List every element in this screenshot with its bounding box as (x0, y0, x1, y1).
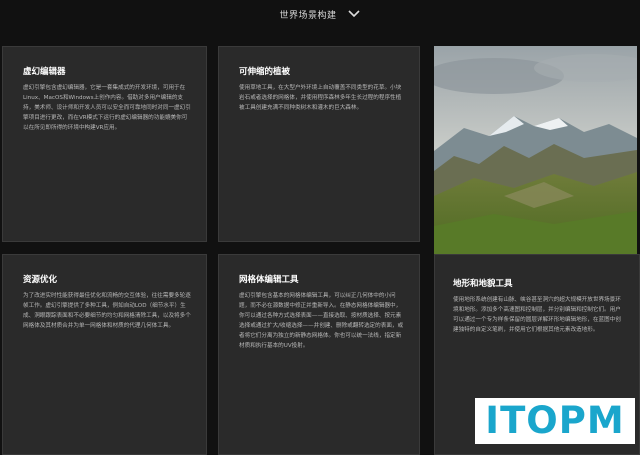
card-body: 使用地形系统创建有山脉、峡谷甚至洞穴的超大规模开放世界场景环境和地形。添加多个高… (453, 297, 621, 333)
feature-card-mesh-editing: 网格体编辑工具 虚幻引擎包含基本的网格体编辑工具，可以纠正几何体中的小问题，而不… (218, 254, 420, 455)
feature-card-editor: 虚幻编辑器 虚幻引擎包含虚幻编辑器，它是一套集成式的开发环境，可用于在Linux… (2, 46, 207, 242)
card-title: 网格体编辑工具 (239, 275, 299, 285)
section-header: 世界场景构建 (0, 0, 640, 28)
card-title: 地形和地貌工具 (453, 279, 513, 289)
section-title: 世界场景构建 (279, 10, 337, 21)
watermark-text: ITOPM (485, 399, 625, 442)
landscape-photo (434, 46, 637, 254)
card-body: 虚幻引擎包含虚幻编辑器，它是一套集成式的开发环境，可用于在Linux、MacOS… (23, 85, 191, 131)
card-body: 使用草地工具，在大型户外环境上自动覆盖不同类型的花草。小块岩石或者选择的网格体，… (239, 85, 402, 111)
card-body: 虚幻引擎包含基本的网格体编辑工具，可以纠正几何体中的小问题，而不必在源数据中修正… (239, 293, 404, 349)
card-title: 可伸缩的植被 (239, 67, 291, 77)
card-body: 为了改进实时性能获得最佳优化和流畅的交互体验，往往需要多轮逐帧工作。虚幻引擎提供… (23, 293, 191, 329)
chevron-down-icon[interactable] (347, 7, 361, 21)
card-title: 资源优化 (23, 275, 58, 285)
feature-card-assets: 资源优化 为了改进实时性能获得最佳优化和流畅的交互体验，往往需要多轮逐帧工作。虚… (2, 254, 207, 455)
card-title: 虚幻编辑器 (23, 67, 66, 77)
watermark-logo: ITOPM (475, 398, 635, 444)
feature-card-foliage: 可伸缩的植被 使用草地工具，在大型户外环境上自动覆盖不同类型的花草。小块岩石或者… (218, 46, 420, 242)
